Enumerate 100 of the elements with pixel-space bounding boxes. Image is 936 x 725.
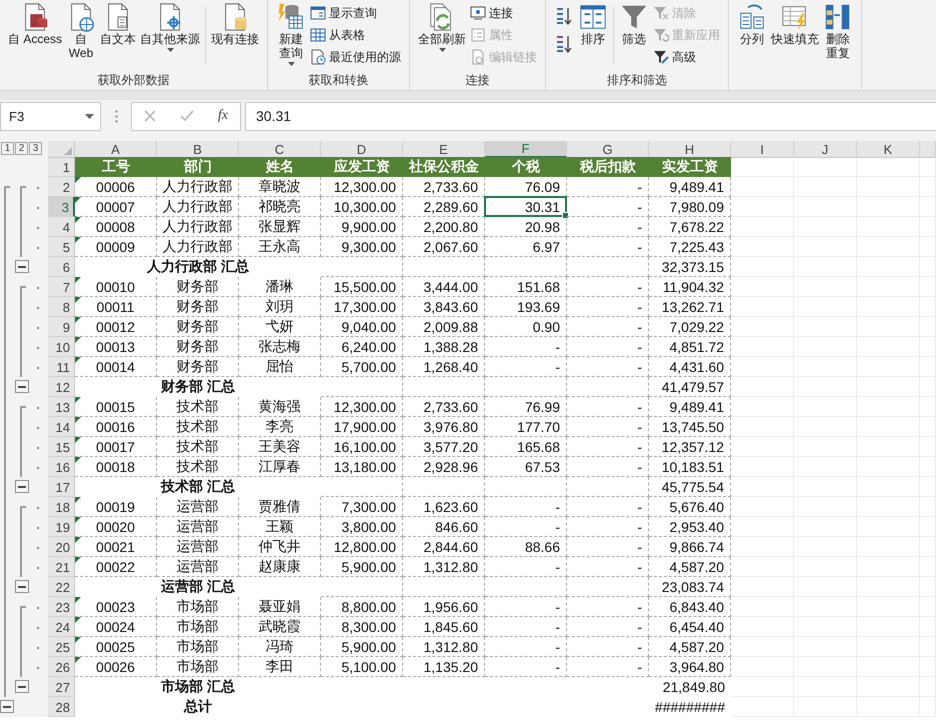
table-cell[interactable]: 2,953.40 <box>649 517 731 537</box>
table-cell[interactable]: 冯琦 <box>239 637 321 657</box>
name-box[interactable]: F3 <box>0 102 101 130</box>
table-cell[interactable] <box>403 477 485 497</box>
table-cell[interactable]: 177.70 <box>485 417 567 437</box>
row-header[interactable]: 4 <box>48 217 75 237</box>
table-cell[interactable]: - <box>567 297 649 317</box>
table-cell[interactable]: 1,956.60 <box>403 597 485 617</box>
table-cell[interactable]: 人力行政部 <box>157 197 239 217</box>
select-all-button[interactable] <box>48 141 75 158</box>
table-cell[interactable] <box>403 257 485 277</box>
table-cell[interactable]: 15,500.00 <box>321 277 403 297</box>
table-cell[interactable]: 00017 <box>75 437 157 457</box>
table-cell[interactable]: 10,183.51 <box>649 457 731 477</box>
table-cell[interactable]: 00024 <box>75 617 157 637</box>
table-cell[interactable]: 30.31 <box>485 197 567 217</box>
table-cell[interactable]: 12,300.00 <box>321 177 403 197</box>
table-cell[interactable]: 11,904.32 <box>649 277 731 297</box>
table-cell[interactable]: 32,373.15 <box>649 257 731 277</box>
row-header[interactable]: 23 <box>48 597 75 617</box>
table-cell[interactable]: 00023 <box>75 597 157 617</box>
row-header[interactable]: 28 <box>48 697 75 717</box>
table-cell[interactable]: 0.90 <box>485 317 567 337</box>
table-cell[interactable]: 王永高 <box>239 237 321 257</box>
table-cell[interactable]: 财务部 <box>157 357 239 377</box>
table-cell[interactable]: 76.99 <box>485 397 567 417</box>
column-header[interactable] <box>920 141 936 158</box>
table-cell[interactable] <box>567 477 649 497</box>
table-cell[interactable]: 财务部 <box>157 277 239 297</box>
row-header[interactable]: 1 <box>48 157 75 177</box>
fill-handle[interactable] <box>562 212 569 219</box>
table-cell[interactable]: 财务部 <box>157 297 239 317</box>
table-cell[interactable]: 5,700.00 <box>321 357 403 377</box>
collapse-button[interactable] <box>15 260 29 273</box>
collapse-button[interactable] <box>15 380 29 393</box>
table-cell[interactable]: 刘玥 <box>239 297 321 317</box>
table-cell[interactable]: - <box>485 557 567 577</box>
row-header[interactable]: 9 <box>48 317 75 337</box>
table-cell[interactable]: 1,135.20 <box>403 657 485 677</box>
table-cell[interactable]: 00020 <box>75 517 157 537</box>
column-header[interactable]: G <box>567 141 649 158</box>
table-cell[interactable]: - <box>485 637 567 657</box>
table-cell[interactable]: 9,900.00 <box>321 217 403 237</box>
table-cell[interactable]: 9,489.41 <box>649 397 731 417</box>
table-cell[interactable]: 00010 <box>75 277 157 297</box>
table-cell[interactable]: - <box>567 597 649 617</box>
table-cell[interactable]: 2,844.60 <box>403 537 485 557</box>
table-cell[interactable]: 00006 <box>75 177 157 197</box>
table-cell[interactable]: 45,775.54 <box>649 477 731 497</box>
outline-level-button[interactable]: 3 <box>29 142 42 155</box>
table-cell[interactable]: 151.68 <box>485 277 567 297</box>
table-cell[interactable]: 00016 <box>75 417 157 437</box>
table-cell[interactable]: 88.66 <box>485 537 567 557</box>
table-cell[interactable]: 193.69 <box>485 297 567 317</box>
table-cell[interactable]: 21,849.80 <box>649 677 731 697</box>
table-cell[interactable] <box>567 377 649 397</box>
table-cell[interactable]: 1,388.28 <box>403 337 485 357</box>
table-cell[interactable]: 章晓波 <box>239 177 321 197</box>
table-cell[interactable]: 7,300.00 <box>321 497 403 517</box>
sort-descending-icon[interactable] <box>555 34 574 54</box>
table-cell[interactable]: - <box>567 177 649 197</box>
table-cell[interactable]: 聂亚娟 <box>239 597 321 617</box>
ribbon-button[interactable]: 排序 <box>577 2 610 46</box>
row-header[interactable]: 21 <box>48 557 75 577</box>
table-cell[interactable]: - <box>567 397 649 417</box>
table-cell[interactable]: 财务部 <box>157 337 239 357</box>
table-cell[interactable]: - <box>567 237 649 257</box>
table-cell[interactable]: - <box>567 617 649 637</box>
column-header[interactable]: K <box>857 141 920 158</box>
table-cell[interactable]: 23,083.74 <box>649 577 731 597</box>
table-cell[interactable]: 运营部 <box>157 537 239 557</box>
table-cell[interactable]: 00009 <box>75 237 157 257</box>
ribbon-button[interactable]: 自 Access <box>7 2 64 46</box>
table-cell[interactable]: 李亮 <box>239 417 321 437</box>
ribbon-button[interactable]: 从表格 <box>309 25 402 45</box>
table-cell[interactable]: 9,040.00 <box>321 317 403 337</box>
table-cell[interactable]: 6,240.00 <box>321 337 403 357</box>
table-cell[interactable] <box>321 377 403 397</box>
table-cell[interactable]: 赵康康 <box>239 557 321 577</box>
table-cell[interactable]: 9,489.41 <box>649 177 731 197</box>
table-cell[interactable]: 6,454.40 <box>649 617 731 637</box>
table-cell[interactable] <box>485 577 567 597</box>
table-cell[interactable]: 1,623.60 <box>403 497 485 517</box>
table-cell[interactable]: - <box>485 517 567 537</box>
table-cell[interactable]: 00018 <box>75 457 157 477</box>
table-cell[interactable]: 00019 <box>75 497 157 517</box>
table-cell[interactable]: 5,676.40 <box>649 497 731 517</box>
table-cell[interactable]: - <box>567 417 649 437</box>
table-cell[interactable]: 张志梅 <box>239 337 321 357</box>
row-header[interactable]: 2 <box>48 177 75 197</box>
table-cell[interactable]: - <box>567 657 649 677</box>
table-cell[interactable]: - <box>567 537 649 557</box>
ribbon-button[interactable]: 分列 <box>736 2 768 46</box>
ribbon-button[interactable]: 筛选 <box>618 2 650 46</box>
table-cell[interactable] <box>321 257 403 277</box>
table-cell[interactable]: 6,843.40 <box>649 597 731 617</box>
table-cell[interactable]: 5,900.00 <box>321 557 403 577</box>
column-header[interactable]: A <box>75 141 157 158</box>
table-cell[interactable]: 3,577.20 <box>403 437 485 457</box>
table-cell[interactable]: - <box>485 657 567 677</box>
